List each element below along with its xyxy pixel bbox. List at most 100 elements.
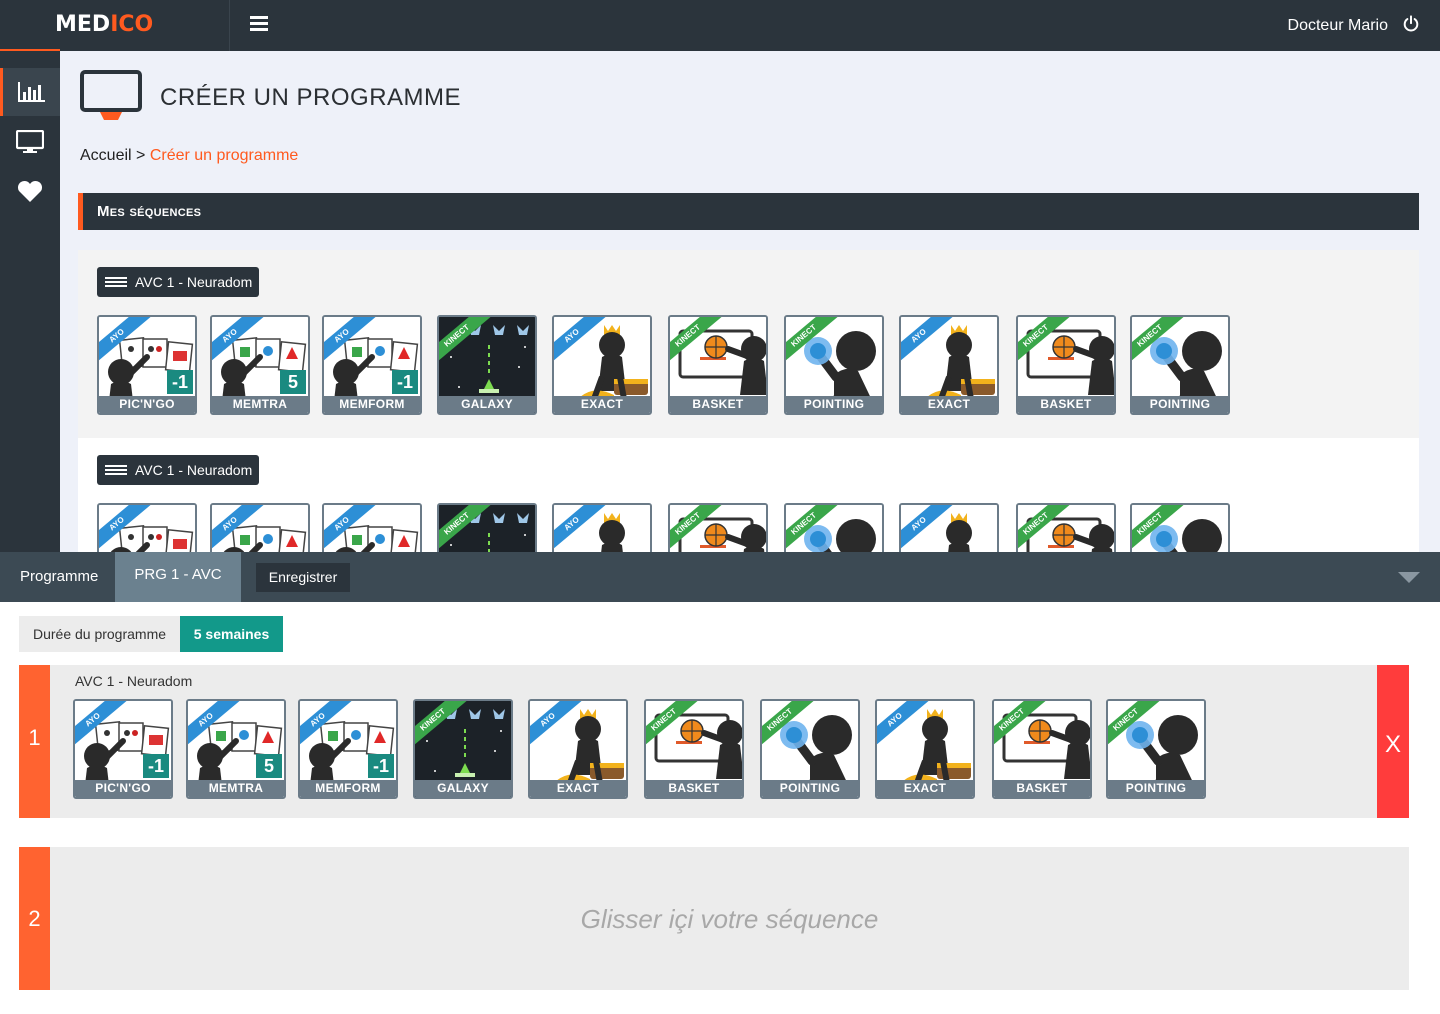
top-bar: MEDICO Docteur Mario xyxy=(0,0,1440,51)
sidebar xyxy=(0,51,60,552)
game-tile[interactable]: AYO-1PIC'N'GO xyxy=(97,503,197,552)
week-number: 1 xyxy=(19,665,50,818)
level-badge: -1 xyxy=(143,754,169,778)
game-label: POINTING xyxy=(1132,396,1228,413)
chevron-down-icon[interactable] xyxy=(1398,572,1420,583)
game-label: MEMFORM xyxy=(300,780,396,797)
game-tile[interactable]: AYOEXACT xyxy=(875,699,975,799)
game-label: BASKET xyxy=(646,780,742,797)
game-tile[interactable]: AYO5MEMTRA xyxy=(210,503,310,552)
logo[interactable]: MEDICO xyxy=(55,12,153,37)
sequences-panel-title: Mes séquences xyxy=(97,203,202,220)
game-tile[interactable]: AYOEXACT xyxy=(899,503,999,552)
game-tile[interactable]: AYOEXACT xyxy=(552,503,652,552)
game-tile[interactable]: KINECTBASKET xyxy=(992,699,1092,799)
level-badge: -1 xyxy=(167,370,193,394)
game-tile[interactable]: KINECTBASKET xyxy=(668,315,768,415)
drag-lines-icon xyxy=(105,465,127,477)
game-tile[interactable]: AYO5MEMTRA xyxy=(210,315,310,415)
week-sequence-name: AVC 1 - Neuradom xyxy=(75,673,193,689)
breadcrumb: Accueil > Créer un programme xyxy=(80,147,298,165)
week-slot-2[interactable]: 2 Glisser içi votre séquence xyxy=(19,847,1409,990)
game-tile[interactable]: AYO-1PIC'N'GO xyxy=(97,315,197,415)
game-label: MEMTRA xyxy=(188,780,284,797)
level-badge: -1 xyxy=(368,754,394,778)
game-tile[interactable]: KINECTPOINTING xyxy=(1130,315,1230,415)
game-label: PIC'N'GO xyxy=(75,780,171,797)
game-tile[interactable]: AYO-1MEMFORM xyxy=(298,699,398,799)
sidebar-item-stats[interactable] xyxy=(0,68,60,116)
game-label: BASKET xyxy=(670,396,766,413)
program-bar: Programme PRG 1 - AVC Enregistrer xyxy=(0,552,1440,602)
game-label: MEMTRA xyxy=(212,396,308,413)
game-label: EXACT xyxy=(877,780,973,797)
logo-text-main: MED xyxy=(55,12,111,37)
duration-value[interactable]: 5 semaines xyxy=(180,616,283,652)
week-number: 2 xyxy=(19,847,50,990)
game-tile[interactable]: AYO-1MEMFORM xyxy=(322,503,422,552)
game-label: BASKET xyxy=(994,780,1090,797)
heart-icon xyxy=(17,180,43,202)
sequence-row: AVC 1 - Neuradom AYO-1PIC'N'GO AYO5MEMTR… xyxy=(78,438,1419,552)
game-label: POINTING xyxy=(1108,780,1204,797)
game-label: POINTING xyxy=(762,780,858,797)
sequence-drag-handle[interactable]: AVC 1 - Neuradom xyxy=(97,455,260,485)
sequence-row: AVC 1 - Neuradom AYO-1PIC'N'GO AYO5MEMTR… xyxy=(78,250,1419,438)
tab-program-prg1[interactable]: PRG 1 - AVC xyxy=(115,552,241,602)
game-tile[interactable]: KINECTGALAXY xyxy=(437,315,537,415)
monitor-icon xyxy=(80,70,142,120)
breadcrumb-separator: > xyxy=(136,147,146,164)
level-badge: 5 xyxy=(280,370,306,394)
logo-text-accent: ICO xyxy=(110,12,154,37)
game-tile[interactable]: KINECTPOINTING xyxy=(784,315,884,415)
breadcrumb-home[interactable]: Accueil xyxy=(80,147,132,164)
game-tile[interactable]: AYO5MEMTRA xyxy=(186,699,286,799)
remove-sequence-button[interactable]: X xyxy=(1377,665,1409,818)
page-title: CRÉER UN PROGRAMME xyxy=(160,84,462,111)
level-badge: 5 xyxy=(256,754,282,778)
game-tile[interactable]: AYOEXACT xyxy=(528,699,628,799)
game-tile[interactable]: KINECTBASKET xyxy=(644,699,744,799)
save-button[interactable]: Enregistrer xyxy=(256,563,350,592)
power-icon[interactable] xyxy=(1402,15,1420,33)
game-label: EXACT xyxy=(901,396,997,413)
menu-icon[interactable] xyxy=(250,16,268,32)
game-label: GALAXY xyxy=(439,396,535,413)
sequences-panel-body: AVC 1 - Neuradom AYO -1 PIC'N'GO AYO 5 MEMTR… xyxy=(78,250,1419,552)
game-tile[interactable]: KINECTPOINTING xyxy=(784,503,884,552)
week-slot-1: 1 AVC 1 - Neuradom AYO -1 PIC'N'GO AYO 5 MEM… xyxy=(19,665,1409,818)
drop-zone-hint: Glisser içi votre séquence xyxy=(580,904,879,934)
level-badge: -1 xyxy=(392,370,418,394)
game-tile[interactable]: KINECTBASKET xyxy=(1016,315,1116,415)
sequences-panel-header: Mes séquences xyxy=(78,193,1419,230)
sidebar-item-favorites[interactable] xyxy=(0,168,60,216)
game-tile[interactable]: AYOEXACT xyxy=(552,315,652,415)
game-label: GALAXY xyxy=(415,780,511,797)
bar-chart-icon xyxy=(18,82,45,102)
game-tile[interactable]: KINECTBASKET xyxy=(668,503,768,552)
game-tile[interactable]: AYO-1PIC'N'GO xyxy=(73,699,173,799)
game-tile[interactable]: AYOEXACT xyxy=(899,315,999,415)
game-tile[interactable]: KINECTPOINTING xyxy=(1130,503,1230,552)
game-label: MEMFORM xyxy=(324,396,420,413)
game-tile[interactable]: KINECTGALAXY xyxy=(413,699,513,799)
main-content: CRÉER UN PROGRAMME Accueil > Créer un pr… xyxy=(60,51,1440,552)
sequence-name: AVC 1 - Neuradom xyxy=(135,274,253,290)
game-tile[interactable]: KINECTPOINTING xyxy=(760,699,860,799)
sidebar-item-programs[interactable] xyxy=(0,118,60,166)
duration-label: Durée du programme xyxy=(19,616,180,652)
game-tile[interactable]: AYO-1MEMFORM xyxy=(322,315,422,415)
game-label: EXACT xyxy=(530,780,626,797)
drag-lines-icon xyxy=(105,277,127,289)
game-tile[interactable]: KINECTBASKET xyxy=(1016,503,1116,552)
monitor-icon xyxy=(16,130,44,153)
sequence-name: AVC 1 - Neuradom xyxy=(135,462,253,478)
game-label: EXACT xyxy=(554,396,650,413)
game-label: PIC'N'GO xyxy=(99,396,195,413)
game-tile[interactable]: KINECTPOINTING xyxy=(1106,699,1206,799)
sequence-drag-handle[interactable]: AVC 1 - Neuradom xyxy=(97,267,260,297)
game-tile[interactable]: KINECTGALAXY xyxy=(437,503,537,552)
user-name[interactable]: Docteur Mario xyxy=(1288,17,1388,35)
game-label: BASKET xyxy=(1018,396,1114,413)
logo-area: MEDICO xyxy=(0,0,230,51)
